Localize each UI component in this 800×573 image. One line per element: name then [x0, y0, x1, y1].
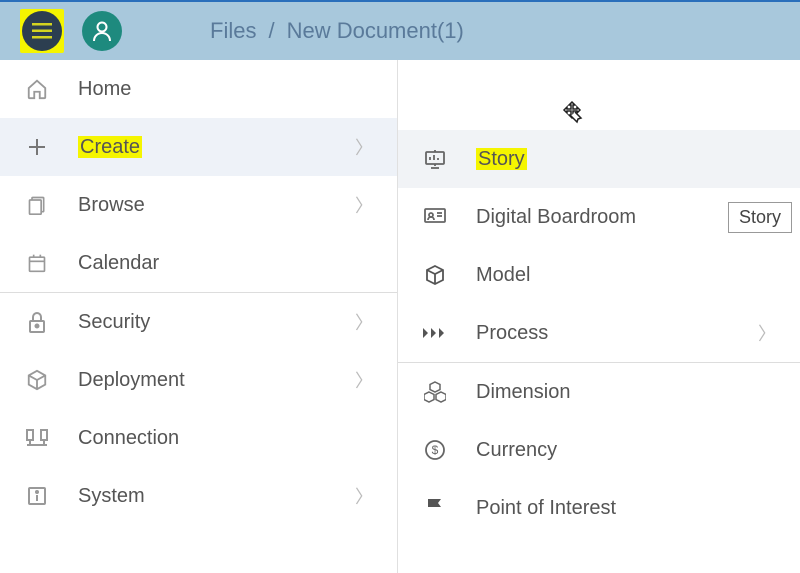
flag-icon — [422, 495, 448, 521]
sidebar-item-label: Home — [78, 78, 373, 101]
browse-icon — [24, 192, 50, 218]
submenu-item-poi[interactable]: Point of Interest — [398, 479, 800, 537]
submenu-item-label: Currency — [476, 439, 776, 462]
tooltip: Story — [728, 202, 792, 233]
user-button[interactable] — [82, 11, 122, 51]
submenu-item-process[interactable]: Process 〉 — [398, 304, 800, 362]
submenu-item-label: Model — [476, 264, 776, 287]
sidebar-item-browse[interactable]: Browse 〉 — [0, 176, 397, 234]
submenu-item-label: Dimension — [476, 381, 776, 404]
sidebar-item-system[interactable]: System 〉 — [0, 467, 397, 525]
connection-icon — [24, 425, 50, 451]
submenu-item-digital-boardroom[interactable]: Digital Boardroom Story — [398, 188, 800, 246]
submenu-item-label: Story — [476, 148, 776, 171]
submenu-item-story[interactable]: Story — [398, 130, 800, 188]
app-header: Files / New Document(1) — [0, 0, 800, 60]
sidebar-item-security[interactable]: Security 〉 — [0, 293, 397, 351]
chevron-right-icon: 〉 — [355, 483, 373, 509]
main-area: Home Create 〉 Browse 〉 Calendar — [0, 60, 800, 573]
sidebar-item-label: Deployment — [78, 369, 355, 392]
breadcrumb-root[interactable]: Files — [210, 18, 256, 44]
sidebar-item-label: Browse — [78, 194, 355, 217]
submenu-item-model[interactable]: Model — [398, 246, 800, 304]
presentation-icon — [422, 146, 448, 172]
home-icon — [24, 76, 50, 102]
lock-icon — [24, 309, 50, 335]
hamburger-icon — [32, 23, 52, 39]
chevron-right-icon: 〉 — [355, 192, 373, 218]
hamburger-menu-button[interactable] — [22, 11, 62, 51]
submenu-item-label: Point of Interest — [476, 497, 776, 520]
sidebar-item-calendar[interactable]: Calendar — [0, 234, 397, 292]
currency-icon: $ — [422, 437, 448, 463]
svg-text:$: $ — [432, 443, 439, 457]
submenu-item-dimension[interactable]: Dimension — [398, 363, 800, 421]
calendar-icon — [24, 250, 50, 276]
chevron-right-icon: 〉 — [355, 134, 373, 160]
breadcrumb-current[interactable]: New Document(1) — [287, 18, 464, 44]
user-icon — [92, 20, 112, 42]
chevron-right-icon: 〉 — [355, 309, 373, 335]
cube-icon — [422, 262, 448, 288]
sidebar-item-label: Connection — [78, 427, 373, 450]
breadcrumb-separator: / — [268, 18, 274, 44]
sidebar-item-deployment[interactable]: Deployment 〉 — [0, 351, 397, 409]
chevron-right-icon: 〉 — [758, 320, 776, 346]
submenu-panel: Story Digital Boardroom Story Model Proc… — [398, 60, 800, 573]
process-icon — [422, 320, 448, 346]
breadcrumb: Files / New Document(1) — [210, 18, 464, 44]
cubes-icon — [422, 379, 448, 405]
screen-icon — [422, 204, 448, 230]
info-icon — [24, 483, 50, 509]
chevron-right-icon: 〉 — [355, 367, 373, 393]
submenu-item-currency[interactable]: $ Currency — [398, 421, 800, 479]
sidebar-item-home[interactable]: Home — [0, 60, 397, 118]
submenu-item-label: Process — [476, 322, 758, 345]
sidebar: Home Create 〉 Browse 〉 Calendar — [0, 60, 398, 573]
sidebar-item-create[interactable]: Create 〉 — [0, 118, 397, 176]
sidebar-item-label: System — [78, 485, 355, 508]
sidebar-item-label: Create — [78, 136, 355, 159]
plus-icon — [24, 134, 50, 160]
sidebar-item-label: Security — [78, 311, 355, 334]
box-icon — [24, 367, 50, 393]
hamburger-highlight — [20, 9, 64, 53]
sidebar-item-label: Calendar — [78, 252, 373, 275]
sidebar-item-connection[interactable]: Connection — [0, 409, 397, 467]
